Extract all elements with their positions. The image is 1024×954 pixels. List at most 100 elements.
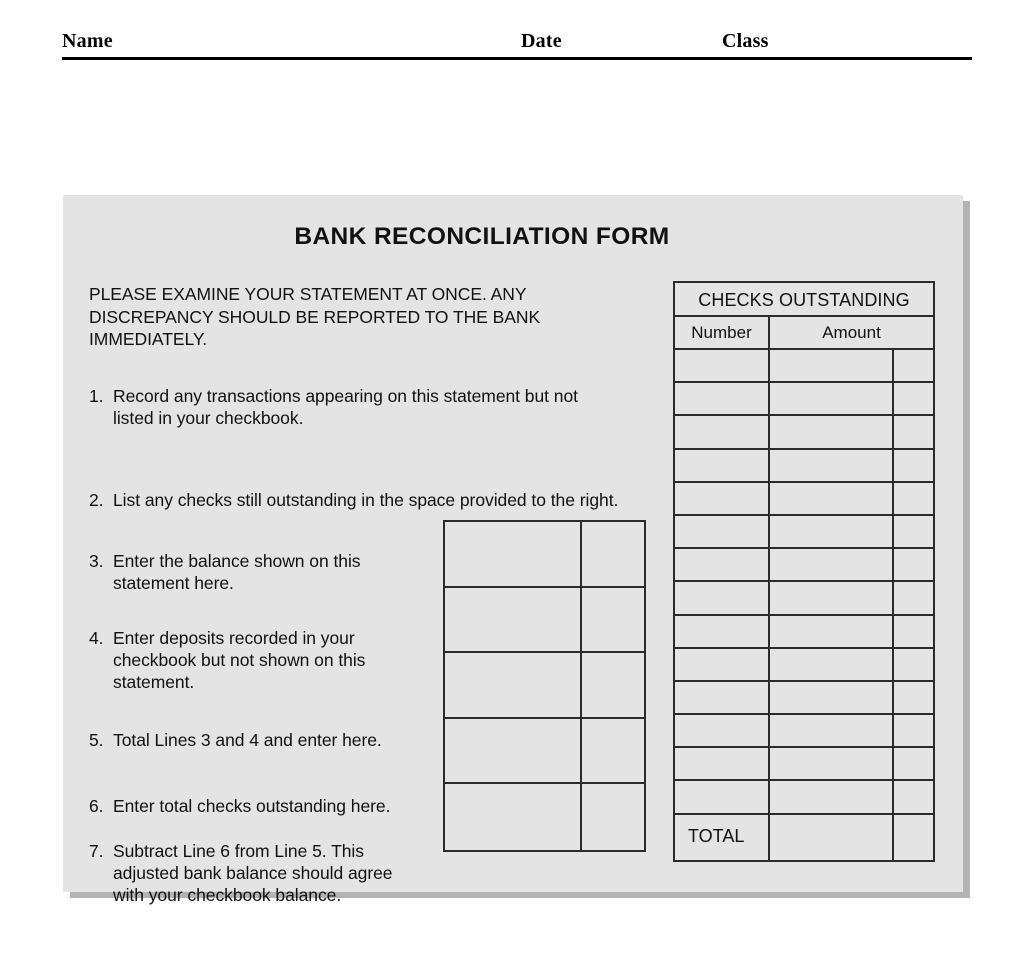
check-amount-field[interactable]	[770, 748, 894, 780]
check-number-field[interactable]	[675, 582, 770, 614]
table-row	[675, 615, 933, 649]
amount-row	[445, 784, 644, 850]
table-row	[675, 715, 933, 749]
notice-line-1: PLEASE EXAMINE YOUR STATEMENT AT ONCE. A…	[89, 284, 527, 304]
column-header-number: Number	[675, 317, 770, 348]
table-row	[675, 648, 933, 682]
check-number-field[interactable]	[675, 681, 770, 714]
amount-dollars-field[interactable]	[445, 653, 582, 717]
check-amount-field[interactable]	[770, 781, 894, 813]
table-row	[675, 582, 933, 616]
check-amount-field[interactable]	[770, 615, 894, 647]
form-title: BANK RECONCILIATION FORM	[294, 223, 670, 250]
check-number-field[interactable]	[675, 482, 770, 514]
header-rule-divider	[62, 57, 972, 60]
amount-dollars-field[interactable]	[445, 718, 582, 783]
checks-outstanding-total-row: TOTAL	[675, 814, 933, 860]
step-1-line-2: listed in your checkbook.	[113, 408, 304, 428]
step-number-1: 1.	[89, 386, 104, 406]
step-text-2: List any checks still outstanding in the…	[113, 489, 679, 511]
amount-dollars-field[interactable]	[445, 784, 582, 850]
check-number-field[interactable]	[675, 781, 770, 813]
check-number-field[interactable]	[675, 383, 770, 415]
check-number-field[interactable]	[675, 416, 770, 448]
step-7-line-3: with your checkbook balance.	[113, 885, 342, 905]
step-number-2: 2.	[89, 490, 104, 510]
check-amount-field[interactable]	[770, 482, 894, 514]
check-cents-field[interactable]	[894, 649, 933, 680]
check-amount-field[interactable]	[770, 648, 894, 680]
table-row	[675, 449, 933, 483]
amount-cents-field[interactable]	[582, 719, 644, 783]
amount-entry-grid	[443, 520, 646, 852]
check-cents-field[interactable]	[894, 781, 933, 812]
check-number-field[interactable]	[675, 515, 770, 548]
check-amount-field[interactable]	[770, 416, 894, 448]
check-amount-field[interactable]	[770, 515, 894, 548]
total-label: TOTAL	[675, 814, 770, 860]
check-number-field[interactable]	[675, 715, 770, 747]
table-row	[675, 748, 933, 782]
date-label: Date	[521, 30, 562, 52]
amount-cents-field[interactable]	[582, 588, 644, 652]
check-number-field[interactable]	[675, 449, 770, 481]
amount-cents-field[interactable]	[582, 522, 644, 586]
amount-cents-field[interactable]	[582, 784, 644, 850]
check-cents-field[interactable]	[894, 616, 933, 647]
step-number-5: 5.	[89, 730, 104, 750]
check-number-field[interactable]	[675, 350, 770, 382]
check-cents-field[interactable]	[894, 715, 933, 746]
step-number-4: 4.	[89, 628, 104, 648]
check-amount-field[interactable]	[770, 449, 894, 481]
check-amount-field[interactable]	[770, 350, 894, 382]
check-cents-field[interactable]	[894, 682, 933, 713]
table-row	[675, 549, 933, 583]
table-row	[675, 383, 933, 417]
check-amount-field[interactable]	[770, 582, 894, 614]
step-item-1: 1. Record any transactions appearing on …	[89, 385, 679, 429]
step-number-6: 6.	[89, 796, 104, 816]
check-cents-field[interactable]	[894, 582, 933, 613]
step-7-line-2: adjusted bank balance should agree	[113, 863, 393, 883]
check-cents-field[interactable]	[894, 516, 933, 547]
check-amount-field[interactable]	[770, 549, 894, 581]
amount-dollars-field[interactable]	[445, 587, 582, 652]
check-amount-field[interactable]	[770, 715, 894, 747]
check-cents-field[interactable]	[894, 450, 933, 481]
check-amount-field[interactable]	[770, 383, 894, 415]
table-row	[675, 350, 933, 384]
step-2-line-1: List any checks still outstanding in the…	[113, 490, 619, 510]
name-label: Name	[62, 30, 113, 52]
notice-line-2: DISCREPANCY SHOULD BE REPORTED TO THE BA…	[89, 306, 541, 327]
total-cents-field[interactable]	[894, 815, 933, 860]
check-number-field[interactable]	[675, 648, 770, 680]
amount-row	[445, 653, 644, 719]
check-number-field[interactable]	[675, 549, 770, 581]
amount-row	[445, 718, 644, 785]
class-label: Class	[722, 30, 769, 52]
step-number-3: 3.	[89, 551, 104, 571]
total-amount-field[interactable]	[770, 814, 894, 860]
check-cents-field[interactable]	[894, 748, 933, 779]
notice-line-3: IMMEDIATELY.	[89, 329, 208, 349]
check-number-field[interactable]	[675, 615, 770, 647]
step-text-1: Record any transactions appearing on thi…	[113, 385, 679, 429]
check-number-field[interactable]	[675, 748, 770, 780]
step-1-line-1: Record any transactions appearing on thi…	[113, 386, 578, 406]
amount-row	[445, 522, 644, 588]
notice-block: PLEASE EXAMINE YOUR STATEMENT AT ONCE. A…	[89, 283, 674, 351]
check-cents-field[interactable]	[894, 416, 933, 447]
amount-cents-field[interactable]	[582, 653, 644, 717]
check-cents-field[interactable]	[894, 350, 933, 381]
checks-outstanding-body	[675, 350, 933, 815]
check-amount-field[interactable]	[770, 681, 894, 714]
checks-outstanding-column-headers: Number Amount	[675, 317, 933, 350]
check-cents-field[interactable]	[894, 549, 933, 580]
check-cents-field[interactable]	[894, 483, 933, 514]
amount-row	[445, 587, 644, 654]
check-cents-field[interactable]	[894, 383, 933, 414]
amount-dollars-field[interactable]	[445, 522, 582, 586]
table-row	[675, 681, 933, 716]
table-row	[675, 482, 933, 516]
table-row	[675, 515, 933, 550]
